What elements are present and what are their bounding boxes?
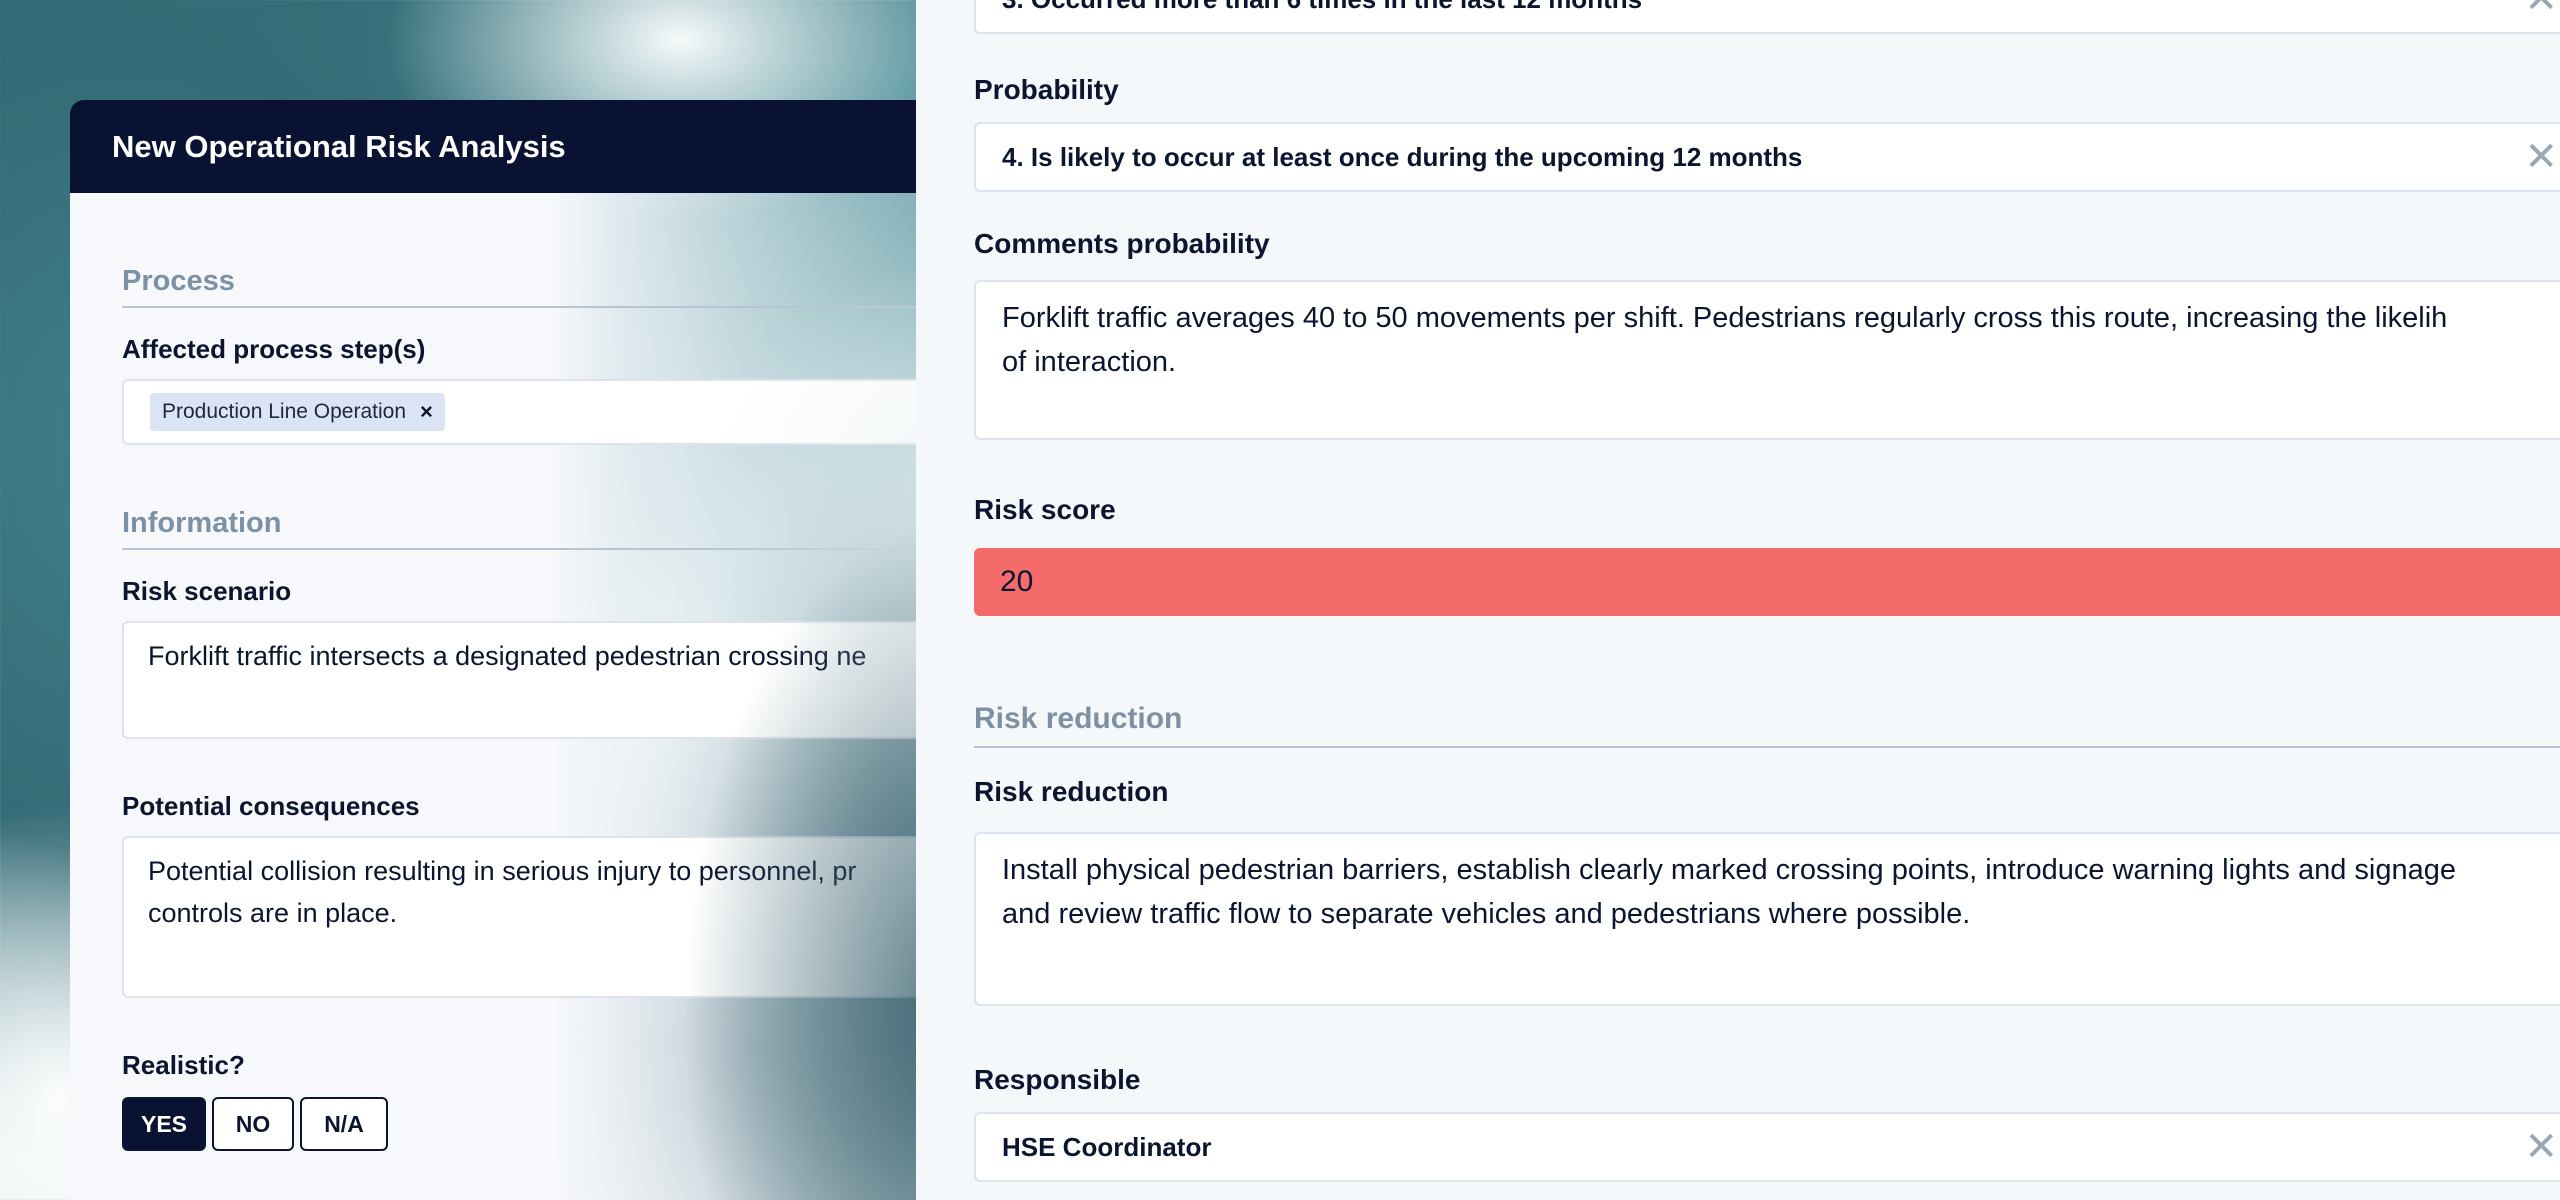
section-title-information: Information <box>122 507 950 550</box>
probability-select[interactable]: 4. Is likely to occur at least once duri… <box>974 122 2560 192</box>
risk-analysis-dialog: New Operational Risk Analysis Process Af… <box>70 100 950 1200</box>
comments-probability-label: Comments probability <box>974 228 1270 259</box>
risk-score-label: Risk score <box>974 494 1116 525</box>
dialog-title: New Operational Risk Analysis <box>112 128 566 164</box>
realistic-yes-button[interactable]: YES <box>122 1097 206 1151</box>
frequency-select-value: 3. Occurred more than 6 times in the las… <box>1002 0 1642 15</box>
consequences-line-2: controls are in place. <box>148 898 398 928</box>
risk-scenario-label: Risk scenario <box>122 576 292 606</box>
risk-reduction-line-2: and review traffic flow to separate vehi… <box>1002 898 1971 930</box>
realistic-na-button[interactable]: N/A <box>300 1097 388 1151</box>
consequences-line-1: Potential collision resulting in serious… <box>148 856 857 886</box>
realistic-label: Realistic? <box>122 1050 245 1080</box>
comments-line-2: of interaction. <box>1002 346 1177 378</box>
risk-reduction-textarea[interactable]: Install physical pedestrian barriers, es… <box>974 832 2560 1006</box>
realistic-no-button[interactable]: NO <box>212 1097 294 1151</box>
close-icon[interactable]: ✕ <box>2524 134 2558 180</box>
potential-consequences-textarea[interactable]: Potential collision resulting in serious… <box>122 836 950 998</box>
tag-production-line-operation: Production Line Operation × <box>150 393 445 431</box>
close-icon[interactable]: ✕ <box>2524 0 2558 22</box>
dialog-header: New Operational Risk Analysis <box>70 100 950 193</box>
responsible-select-value: HSE Coordinator <box>1002 1131 1212 1162</box>
risk-details-panel: 3. Occurred more than 6 times in the las… <box>916 0 2560 1200</box>
section-title-risk-reduction: Risk reduction <box>974 702 2560 748</box>
responsible-select[interactable]: HSE Coordinator ✕ <box>974 1112 2560 1182</box>
risk-scenario-textarea[interactable]: Forklift traffic intersects a designated… <box>122 621 950 739</box>
risk-score-value: 20 <box>1000 565 1034 598</box>
risk-reduction-line-1: Install physical pedestrian barriers, es… <box>1002 854 2456 886</box>
frequency-select[interactable]: 3. Occurred more than 6 times in the las… <box>974 0 2560 34</box>
comments-probability-textarea[interactable]: Forklift traffic averages 40 to 50 movem… <box>974 280 2560 440</box>
risk-reduction-label: Risk reduction <box>974 776 1169 807</box>
dialog-body: Process Affected process step(s) Product… <box>70 193 950 1200</box>
risk-scenario-text: Forklift traffic intersects a designated… <box>148 641 867 671</box>
close-icon[interactable]: ✕ <box>2524 1124 2558 1170</box>
responsible-label: Responsible <box>974 1064 1141 1095</box>
risk-score-field: 20 <box>974 548 2560 616</box>
comments-line-1: Forklift traffic averages 40 to 50 movem… <box>1002 302 2448 334</box>
tag-remove-icon[interactable]: × <box>420 399 433 425</box>
section-title-process: Process <box>122 265 950 308</box>
affected-steps-input[interactable]: Production Line Operation × <box>122 379 950 445</box>
tag-label: Production Line Operation <box>162 400 406 423</box>
affected-steps-label: Affected process step(s) <box>122 334 426 364</box>
probability-select-value: 4. Is likely to occur at least once duri… <box>1002 141 1803 172</box>
realistic-choice-group: YES NO N/A <box>122 1097 950 1151</box>
potential-consequences-label: Potential consequences <box>122 791 420 821</box>
probability-label: Probability <box>974 74 1119 105</box>
